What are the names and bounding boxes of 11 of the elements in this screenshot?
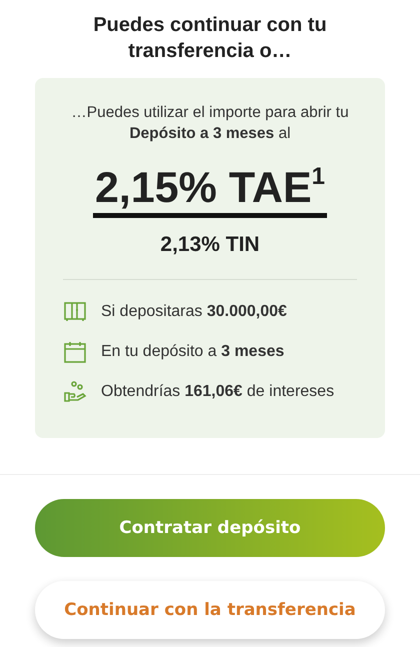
page-title: Puedes continuar con tu transferencia o… <box>92 13 328 64</box>
intro-text: …Puedes utilizar el importe para abrir tu Depósito a 3 meses al <box>70 103 350 144</box>
contract-button[interactable]: Contratar depósito <box>35 499 385 557</box>
calendar-icon <box>63 340 87 364</box>
detail-text: Obtendrías 161,06€ de intereses <box>101 383 334 401</box>
rate-value: 2,15% TAE$^{1}$ <box>92 152 328 218</box>
tin-value: 2,13% TIN <box>160 233 260 257</box>
continue-button[interactable]: Continuar con la transferencia <box>35 581 385 639</box>
hand-coins-icon <box>63 380 87 404</box>
detail-text: Si depositaras 30.000,00€ <box>101 303 287 321</box>
detail-text: En tu depósito a 3 meses <box>101 343 284 361</box>
